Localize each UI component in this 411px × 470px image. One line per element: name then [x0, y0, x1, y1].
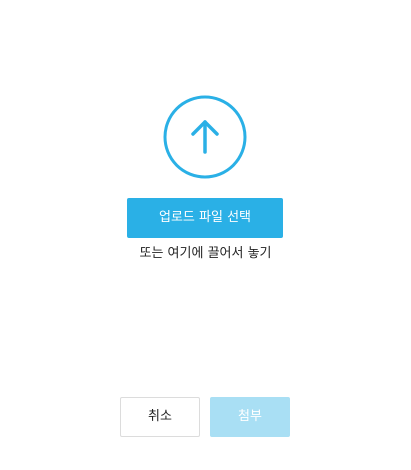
drag-and-drop-hint: 또는 여기에 끌어서 놓기	[139, 246, 272, 261]
file-upload-dialog: 업로드 파일 선택 또는 여기에 끌어서 놓기 취소 첨부	[0, 0, 411, 470]
cancel-button[interactable]: 취소	[120, 397, 200, 437]
attach-button[interactable]: 첨부	[210, 397, 290, 437]
arrow-up-circle-icon	[163, 95, 247, 179]
select-upload-file-button[interactable]: 업로드 파일 선택	[127, 198, 283, 238]
